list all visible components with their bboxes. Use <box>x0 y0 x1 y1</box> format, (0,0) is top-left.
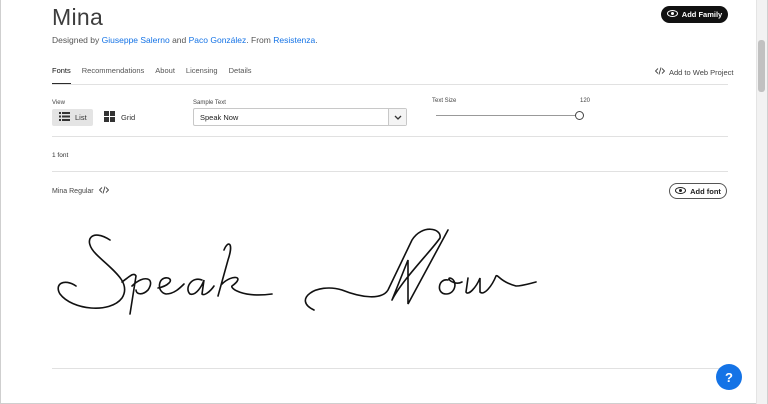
add-font-label: Add font <box>690 186 721 196</box>
list-label: List <box>75 113 87 122</box>
designer-link-1[interactable]: Giuseppe Salerno <box>102 35 170 45</box>
text-size-slider-track[interactable] <box>436 115 576 116</box>
grid-view-button[interactable]: Grid <box>104 109 135 126</box>
designer-link-2[interactable]: Paco González <box>189 35 247 45</box>
font-style-name: Mina Regular <box>52 187 94 195</box>
grid-label: Grid <box>121 113 136 122</box>
grid-icon <box>104 111 115 124</box>
font-count: 1 font <box>52 152 69 159</box>
page-frame <box>0 0 768 404</box>
tab-about[interactable]: About <box>155 66 175 85</box>
text-size-label: Text Size <box>432 98 457 104</box>
and-text: and <box>172 35 187 45</box>
list-icon <box>59 112 70 123</box>
eye-icon <box>666 10 678 19</box>
period-text: . <box>315 35 318 45</box>
add-font-button[interactable]: Add font <box>669 183 727 199</box>
tab-bar: Fonts Recommendations About Licensing De… <box>52 66 263 85</box>
add-to-web-project-label: Add to Web Project <box>669 67 734 77</box>
tab-fonts[interactable]: Fonts <box>52 66 71 85</box>
sample-text-select[interactable]: Speak Now <box>193 108 407 126</box>
page-title: Mina <box>52 4 104 30</box>
from-text: . From <box>246 35 271 45</box>
code-icon <box>654 67 666 77</box>
list-view-button[interactable]: List <box>52 109 93 126</box>
add-to-web-project-button[interactable]: Add to Web Project <box>654 67 734 77</box>
foundry-link[interactable]: Resistenza <box>273 35 315 45</box>
designer-credits: Designed by Giuseppe Salerno and Paco Go… <box>52 35 318 45</box>
designed-by-text: Designed by <box>52 35 100 45</box>
font-style-header: Mina Regular <box>52 186 109 196</box>
add-family-label: Add Family <box>681 10 723 19</box>
text-size-slider-thumb[interactable] <box>575 111 584 120</box>
sample-text-label: Sample Text <box>193 100 226 106</box>
tab-licensing[interactable]: Licensing <box>186 66 218 85</box>
scrollbar-thumb[interactable] <box>758 40 765 92</box>
chevron-down-icon[interactable] <box>388 109 406 125</box>
eye-icon <box>675 186 687 196</box>
help-icon[interactable]: ? <box>716 364 742 390</box>
sample-text-value: Speak Now <box>200 112 239 122</box>
tab-details[interactable]: Details <box>229 66 252 85</box>
add-family-button[interactable]: Add Family <box>661 6 728 23</box>
tab-recommendations[interactable]: Recommendations <box>82 66 145 85</box>
view-label: View <box>52 100 65 106</box>
font-preview <box>57 228 537 315</box>
results-divider <box>52 171 728 172</box>
card-divider <box>52 368 728 369</box>
controls-divider <box>52 136 728 137</box>
text-size-value: 120 <box>580 98 591 104</box>
tabs-divider <box>52 84 728 85</box>
code-icon[interactable] <box>98 186 109 196</box>
